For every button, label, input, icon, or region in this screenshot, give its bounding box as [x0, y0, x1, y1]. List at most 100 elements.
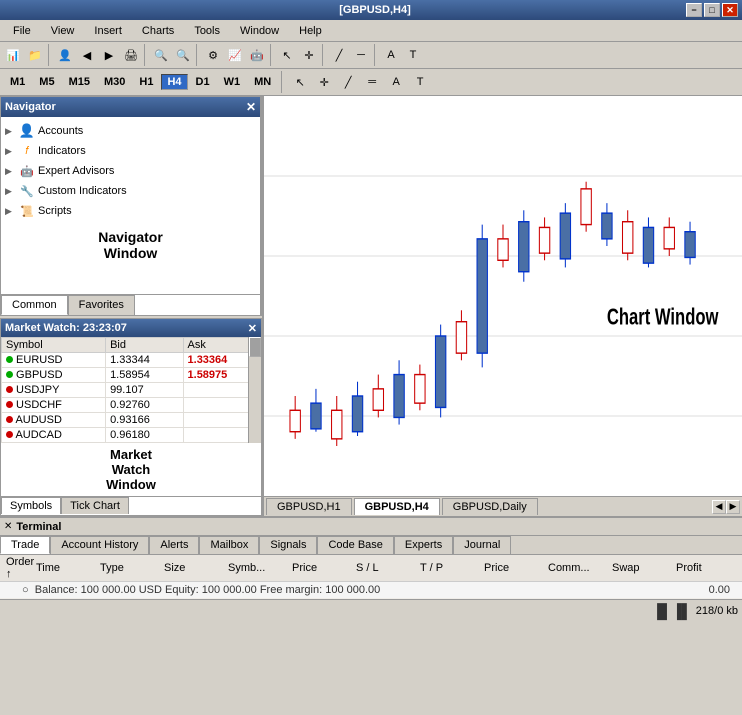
terminal-tab-code-base[interactable]: Code Base	[317, 536, 393, 554]
mw-tab-symbols[interactable]: Symbols	[1, 497, 61, 514]
zoom-out-button[interactable]: 🔍	[172, 44, 194, 66]
tf-h1[interactable]: H1	[133, 74, 159, 90]
tf-m30[interactable]: M30	[98, 74, 131, 90]
menu-item-view[interactable]: View	[42, 22, 84, 40]
market-watch-close[interactable]: ✕	[248, 322, 257, 335]
left-panel: Navigator ✕ ▶ 👤 Accounts ▶ 𝑓 Indicators …	[0, 96, 262, 516]
terminal-tab-account-history[interactable]: Account History	[50, 536, 149, 554]
tf-m1[interactable]: M1	[4, 74, 31, 90]
mw-row-audcad[interactable]: AUDCAD 0.96180	[2, 428, 261, 443]
terminal-tab-alerts[interactable]: Alerts	[149, 536, 199, 554]
menu-item-insert[interactable]: Insert	[85, 22, 131, 40]
text-button[interactable]: A	[380, 44, 402, 66]
chart-tab-gbpusd-daily[interactable]: GBPUSD,Daily	[442, 498, 538, 515]
mw-symbol-gbpusd: GBPUSD	[2, 368, 106, 383]
forward-button[interactable]: ▶	[98, 44, 120, 66]
mw-row-gbpusd[interactable]: GBPUSD 1.58954 1.58975	[2, 368, 261, 383]
chart-tab-gbpusd-h4[interactable]: GBPUSD,H4	[354, 498, 440, 515]
mw-col-bid: Bid	[106, 338, 183, 353]
draw-label-tool[interactable]: T	[409, 71, 431, 93]
minimize-button[interactable]: −	[686, 3, 702, 17]
tf-h4[interactable]: H4	[161, 74, 187, 90]
mw-bid-usdchf: 0.92760	[106, 398, 183, 413]
window-title: [GBPUSD,H4]	[64, 4, 686, 16]
tf-d1[interactable]: D1	[190, 74, 216, 90]
open-button[interactable]: 📁	[24, 44, 46, 66]
market-watch-scrollbar[interactable]	[248, 337, 261, 443]
chart-tab-gbpusd-h1[interactable]: GBPUSD,H1	[266, 498, 352, 515]
nav-tab-favorites[interactable]: Favorites	[68, 295, 135, 315]
col-type: Type	[98, 562, 162, 574]
menu-item-window[interactable]: Window	[231, 22, 288, 40]
back-button[interactable]: ◀	[76, 44, 98, 66]
terminal-tab-mailbox[interactable]: Mailbox	[199, 536, 259, 554]
maximize-button[interactable]: □	[704, 3, 720, 17]
balance-row: ○ Balance: 100 000.00 USD Equity: 100 00…	[0, 582, 742, 599]
terminal-tabs: Trade Account History Alerts Mailbox Sig…	[0, 536, 742, 555]
mw-row-usdjpy[interactable]: USDJPY 99.107	[2, 383, 261, 398]
col-swap: Swap	[610, 562, 674, 574]
expand-scripts-icon: ▶	[5, 206, 19, 217]
indicators-button[interactable]: 📈	[224, 44, 246, 66]
label-button[interactable]: T	[402, 44, 424, 66]
mw-row-eurusd[interactable]: EURUSD 1.33344 1.33364	[2, 353, 261, 368]
crosshair-button[interactable]: ✛	[298, 44, 320, 66]
mw-row-audusd[interactable]: AUDUSD 0.93166	[2, 413, 261, 428]
menu-item-help[interactable]: Help	[290, 22, 331, 40]
col-time: Time	[34, 562, 98, 574]
ea-icon: 🤖	[19, 163, 35, 179]
terminal-column-headers: Order ↑ Time Type Size Symb... Price S /…	[0, 555, 742, 582]
chart-tab-prev[interactable]: ◀	[712, 500, 726, 514]
draw-line-tool[interactable]: ╱	[337, 71, 359, 93]
tree-item-custom-indicators[interactable]: ▶ 🔧 Custom Indicators	[5, 181, 256, 201]
tree-item-scripts[interactable]: ▶ 📜 Scripts	[5, 201, 256, 221]
crosshair-tool[interactable]: ✛	[313, 71, 335, 93]
terminal-header: ✕ Terminal	[0, 518, 742, 536]
print-button[interactable]: 🖨	[120, 44, 142, 66]
chart-content[interactable]: Chart Window	[264, 96, 742, 496]
tf-m5[interactable]: M5	[33, 74, 60, 90]
market-watch-label: MarketWatchWindow	[1, 443, 261, 496]
tree-item-expert-advisors[interactable]: ▶ 🤖 Expert Advisors	[5, 161, 256, 181]
tree-item-accounts[interactable]: ▶ 👤 Accounts	[5, 121, 256, 141]
zoom-in-button[interactable]: 🔍	[150, 44, 172, 66]
line-button[interactable]: ╱	[328, 44, 350, 66]
profiles-button[interactable]: 👤	[54, 44, 76, 66]
scripts-icon: 📜	[19, 203, 35, 219]
cursor-tool[interactable]: ↖	[289, 71, 311, 93]
cursor-button[interactable]: ↖	[276, 44, 298, 66]
close-button[interactable]: ✕	[722, 3, 738, 17]
draw-text-tool[interactable]: A	[385, 71, 407, 93]
scrollbar-thumb[interactable]	[249, 337, 261, 357]
mw-row-usdchf[interactable]: USDCHF 0.92760	[2, 398, 261, 413]
navigator-close-button[interactable]: ✕	[246, 100, 256, 114]
candlestick-chart: Chart Window	[264, 96, 742, 496]
menu-item-file[interactable]: File	[4, 22, 40, 40]
terminal-tab-experts[interactable]: Experts	[394, 536, 453, 554]
terminal-tab-journal[interactable]: Journal	[453, 536, 511, 554]
tf-m15[interactable]: M15	[63, 74, 96, 90]
terminal-tab-trade[interactable]: Trade	[0, 536, 50, 554]
menu-item-tools[interactable]: Tools	[185, 22, 229, 40]
hline-button[interactable]: ─	[350, 44, 372, 66]
draw-hline-tool[interactable]: ═	[361, 71, 383, 93]
menu-item-charts[interactable]: Charts	[133, 22, 183, 40]
col-price2: Price	[482, 562, 546, 574]
navigator-tabs: Common Favorites	[1, 294, 260, 315]
properties-button[interactable]: ⚙	[202, 44, 224, 66]
terminal-tab-signals[interactable]: Signals	[259, 536, 317, 554]
tree-item-indicators[interactable]: ▶ 𝑓 Indicators	[5, 141, 256, 161]
tf-mn[interactable]: MN	[248, 74, 277, 90]
tree-label-indicators: Indicators	[38, 145, 86, 157]
tf-w1[interactable]: W1	[218, 74, 247, 90]
connection-status: ▐▌▐▌ 218/0 kb	[652, 603, 738, 619]
mw-bid-gbpusd: 1.58954	[106, 368, 183, 383]
chart-tab-next[interactable]: ▶	[726, 500, 740, 514]
chart-window-label: Chart Window	[607, 305, 719, 330]
terminal-close-button[interactable]: ✕	[4, 521, 12, 532]
new-chart-button[interactable]: 📊	[2, 44, 24, 66]
market-watch-title: Market Watch: 23:23:07	[5, 322, 127, 334]
mw-tab-tick-chart[interactable]: Tick Chart	[61, 497, 129, 514]
nav-tab-common[interactable]: Common	[1, 295, 68, 315]
expert-button[interactable]: 🤖	[246, 44, 268, 66]
